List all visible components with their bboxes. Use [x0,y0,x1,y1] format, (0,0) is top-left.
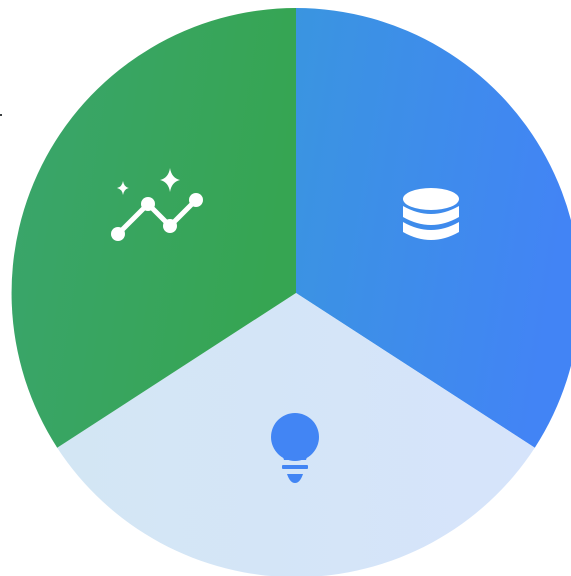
segment-wheel [11,8,571,576]
segmented-diagram [0,0,571,576]
edge-speck [0,114,2,116]
database-icon [403,188,459,240]
